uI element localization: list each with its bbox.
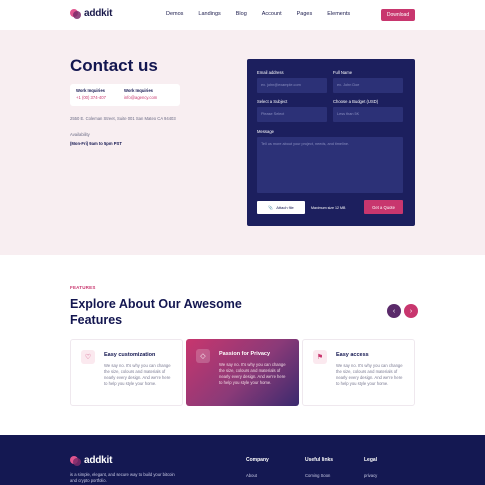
footer-link[interactable]: Coming Soon xyxy=(305,473,330,478)
attach-file-button[interactable]: 📎 Attach file xyxy=(257,201,305,214)
hours-text: (Mon-Fri) 9am to 5pm PST xyxy=(70,141,122,146)
section-tag: FEATURES xyxy=(70,285,96,290)
page-title: Contact us xyxy=(70,56,158,75)
budget-label: Choose a Budget (USD) xyxy=(333,99,379,104)
menu-item-demos[interactable]: Demos xyxy=(166,11,183,17)
feature-desc: We say no. It's why you can change the s… xyxy=(104,363,171,386)
subject-select[interactable]: Please Select xyxy=(257,107,327,122)
footer-col-heading: Useful links xyxy=(305,457,334,463)
email-label: Email address xyxy=(257,70,284,75)
feature-title: Easy customization xyxy=(104,352,156,358)
subject-label: Select a Subject xyxy=(257,99,288,104)
brand-logo[interactable]: addkit xyxy=(70,8,112,19)
feature-card-active[interactable]: ◇ Passion for Privacy We say no. It's wh… xyxy=(186,339,299,406)
max-size-note: Maximum size 12 MB xyxy=(311,206,346,210)
footer-link[interactable]: privacy xyxy=(364,473,377,478)
feature-title: Passion for Privacy xyxy=(219,351,271,357)
phone-link[interactable]: +1 (00) 374-407 xyxy=(76,95,106,100)
inquiries-card: Work Inquiries +1 (00) 374-407 Work Inqu… xyxy=(70,84,180,106)
inquiry-heading: Work Inquiries xyxy=(76,88,106,93)
feature-title: Easy access xyxy=(336,352,369,358)
download-button[interactable]: Download xyxy=(381,9,415,21)
chevron-left-icon[interactable]: ‹ xyxy=(387,304,401,318)
menu-item-elements[interactable]: Elements xyxy=(327,11,350,17)
footer-link[interactable]: About xyxy=(246,473,257,478)
footer-col-heading: Legal xyxy=(364,457,378,463)
inquiry-phone: Work Inquiries +1 (00) 374-407 xyxy=(76,88,106,100)
name-label: Full Name xyxy=(333,70,353,75)
logo-icon xyxy=(70,455,81,466)
footer-description: is a simple, elegant, and secure way to … xyxy=(70,472,175,483)
chevron-right-icon[interactable]: › xyxy=(404,304,418,318)
top-navbar: addkit Demos Landings Blog Account Pages… xyxy=(0,0,485,30)
email-field[interactable]: ex. john@example.com xyxy=(257,78,327,93)
message-label: Message xyxy=(257,129,274,134)
budget-select[interactable]: Less than 5K xyxy=(333,107,403,122)
feature-desc: We say no. It's why you can change the s… xyxy=(336,363,403,386)
diamond-icon: ◇ xyxy=(196,349,210,363)
menu-item-blog[interactable]: Blog xyxy=(236,11,247,17)
menu-item-account[interactable]: Account xyxy=(262,11,282,17)
get-quote-button[interactable]: Get a Quote xyxy=(364,200,403,214)
email-link[interactable]: info@agency.com xyxy=(124,95,157,100)
section-title: Explore About Our Awesome Features xyxy=(70,297,242,327)
attach-label: Attach file xyxy=(276,205,294,210)
message-textarea[interactable]: Tell us more about your project, needs, … xyxy=(257,137,403,193)
inquiry-email: Work Inquiries info@agency.com xyxy=(124,88,157,100)
logo-icon xyxy=(70,8,81,19)
paperclip-icon: 📎 xyxy=(268,205,274,210)
menu-item-landings[interactable]: Landings xyxy=(198,11,220,17)
inquiry-heading: Work Inquiries xyxy=(124,88,154,93)
main-menu: Demos Landings Blog Account Pages Elemen… xyxy=(166,11,365,17)
feature-desc: We say no. It's why you can change the s… xyxy=(219,362,286,385)
address-text: 2550 E. Coleman Street, Suite 001 San Ma… xyxy=(70,116,176,121)
name-field[interactable]: ex. John Doe xyxy=(333,78,403,93)
menu-item-pages[interactable]: Pages xyxy=(297,11,313,17)
footer-logo[interactable]: addkit xyxy=(70,455,112,466)
feature-card[interactable]: ♡ Easy customization We say no. It's why… xyxy=(70,339,183,406)
signpost-icon: ⚑ xyxy=(313,350,327,364)
feature-card[interactable]: ⚑ Easy access We say no. It's why you ca… xyxy=(302,339,415,406)
footer-col-heading: Company xyxy=(246,457,269,463)
footer-brand-name: addkit xyxy=(84,455,113,466)
contact-form: Email address ex. john@example.com Full … xyxy=(247,59,415,226)
heart-icon: ♡ xyxy=(81,350,95,364)
brand-name: addkit xyxy=(84,8,113,19)
availability-label: Availability xyxy=(70,132,90,137)
